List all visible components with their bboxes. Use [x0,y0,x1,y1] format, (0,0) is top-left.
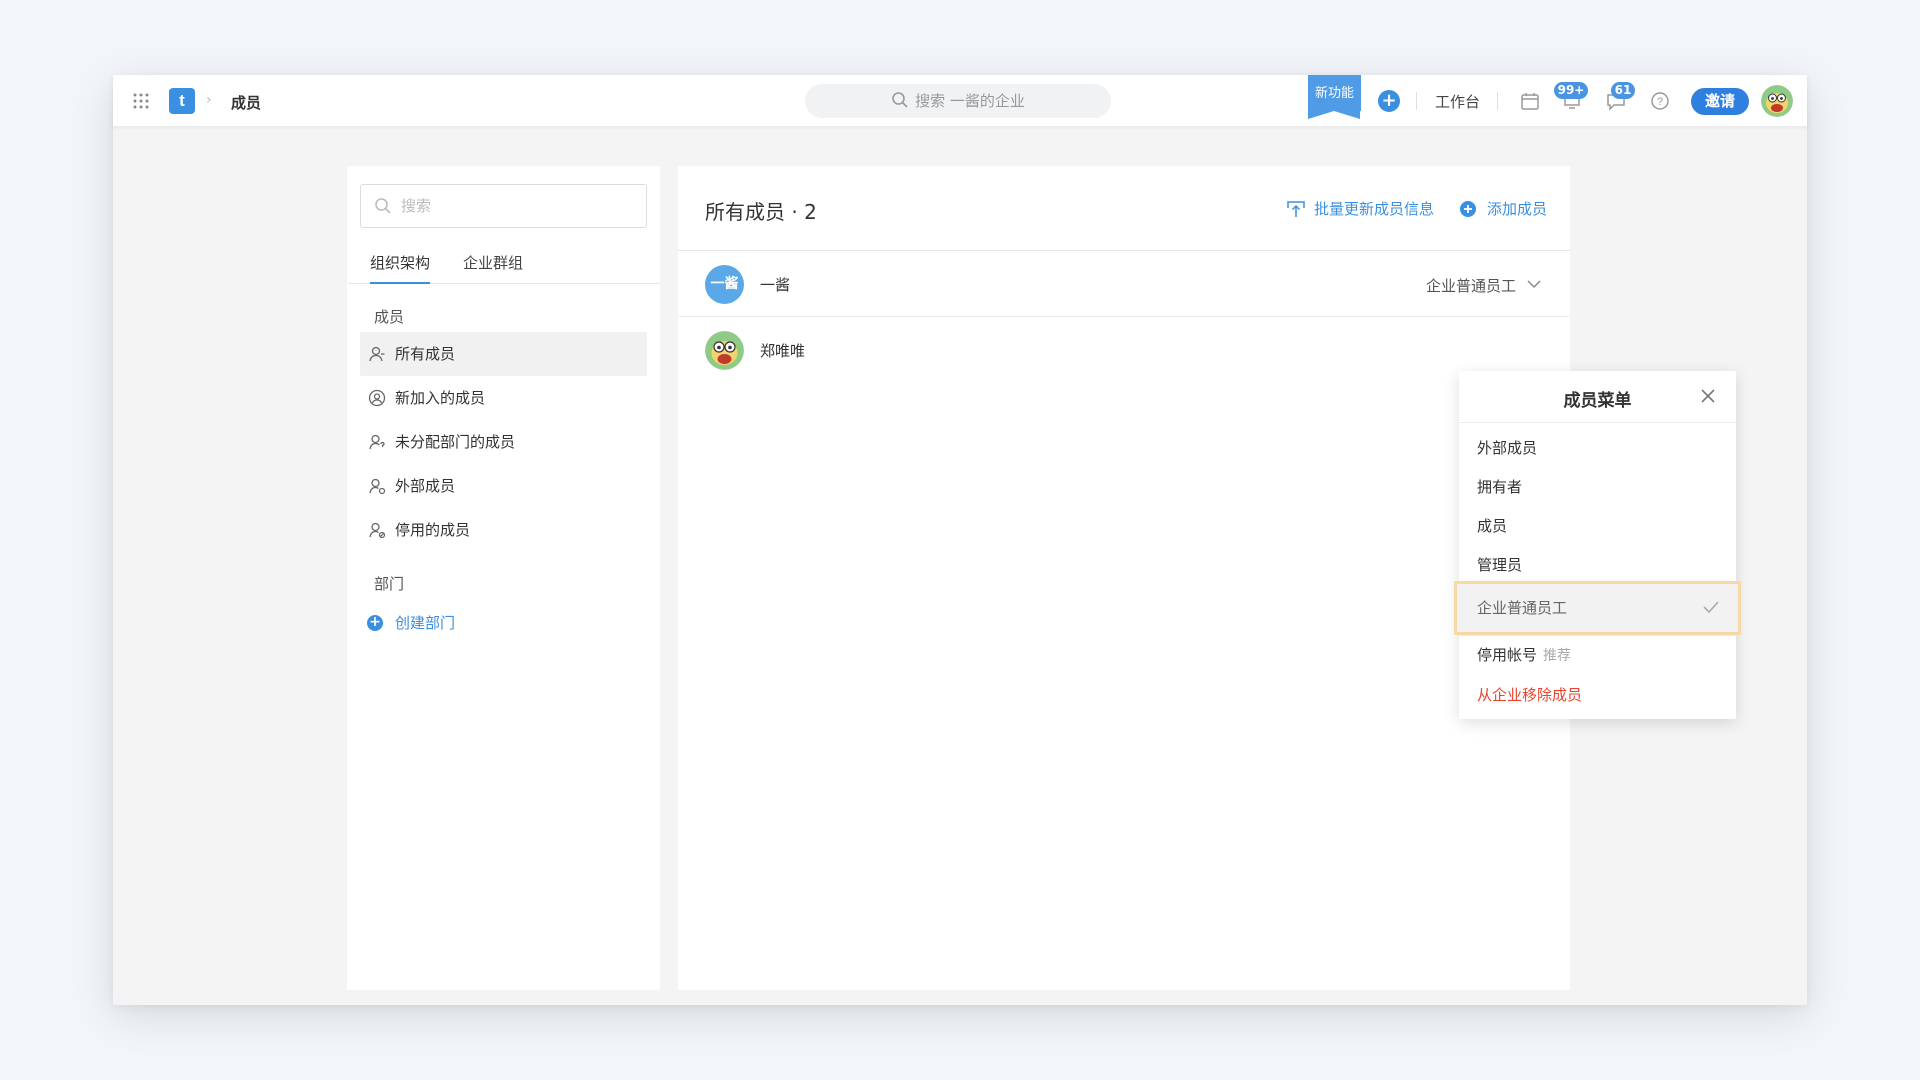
menu-item-external-member[interactable]: 外部成员 [1459,428,1736,468]
sidebar-tabs: 组织架构 企业群组 [347,244,660,284]
menu-item-member[interactable]: 成员 [1459,506,1736,546]
sidebar-item-new-members[interactable]: 新加入的成员 [360,376,647,420]
global-search-placeholder: 搜索 一酱的企业 [915,92,1025,110]
sidebar-item-label: 所有成员 [395,345,456,363]
menu-item-label: 企业普通员工 [1477,599,1568,617]
svg-text:?: ? [1657,96,1663,108]
sidebar-item-label: 外部成员 [395,477,456,495]
menu-item-regular-employee[interactable]: 企业普通员工 [1454,581,1741,635]
app-window: t › 成员 搜索 一酱的企业 新功能 + 工作台 99+ 61 ? 邀请 搜索… [113,75,1807,1005]
members-panel: 所有成员 · 2 批量更新成员信息 添加成员 一酱 一酱 企业普通员工 郑唯唯 [678,166,1570,990]
menu-item-admin[interactable]: 管理员 [1459,545,1736,585]
member-name: 一酱 [760,276,791,294]
upload-icon [1287,201,1305,217]
members-heading: 所有成员 · 2 [705,200,817,224]
app-logo[interactable]: t [169,88,195,114]
bulk-update-label: 批量更新成员信息 [1314,200,1435,218]
create-button[interactable]: + [1378,90,1400,112]
top-bar: t › 成员 搜索 一酱的企业 新功能 + 工作台 99+ 61 ? 邀请 [113,75,1807,127]
add-member-button[interactable]: 添加成员 [1459,198,1547,220]
create-department-button[interactable]: + 创建部门 [367,613,455,633]
invite-button[interactable]: 邀请 [1691,88,1749,115]
bulk-update-button[interactable]: 批量更新成员信息 [1286,198,1434,220]
tab-org-structure[interactable]: 组织架构 [370,252,431,284]
member-avatar: 一酱 [705,265,744,304]
menu-item-owner[interactable]: 拥有者 [1459,467,1736,507]
tab-enterprise-groups[interactable]: 企业群组 [463,252,523,284]
user-circle-icon [368,389,386,407]
user-unassigned-icon [369,434,385,450]
sidebar-item-label: 未分配部门的成员 [395,433,516,451]
sidebar-item-label: 停用的成员 [395,521,471,539]
plus-circle-icon: + [367,615,383,631]
sidebar: 搜索 组织架构 企业群组 成员 所有成员 新加入的成员 未分配部门的成员 外部成… [347,166,660,990]
sidebar-item-disabled-members[interactable]: 停用的成员 [360,508,647,552]
member-avatar [705,331,744,370]
search-icon [892,92,908,108]
messages-badge: 61 [1611,82,1635,99]
add-member-label: 添加成员 [1487,200,1548,218]
user-external-icon [369,478,386,495]
member-menu-header: 成员菜单 [1459,371,1736,423]
user-icon [369,346,385,362]
page-title: 成员 [231,94,262,112]
sidebar-search-input[interactable]: 搜索 [360,184,647,228]
help-icon[interactable]: ? [1649,90,1671,112]
user-avatar[interactable] [1761,85,1793,117]
member-menu: 成员菜单 外部成员 拥有者 成员 管理员 企业普通员工 停用帐号 推荐 从企业移除… [1454,371,1741,719]
menu-item-disable-account[interactable]: 停用帐号 推荐 [1459,635,1736,675]
sidebar-item-external-members[interactable]: 外部成员 [360,464,647,508]
plus-circle-icon [1460,201,1476,217]
sidebar-search-placeholder: 搜索 [401,197,432,215]
new-feature-label: 新功能 [1314,86,1354,101]
global-search-input[interactable]: 搜索 一酱的企业 [805,84,1111,118]
member-role-label: 企业普通员工 [1425,277,1516,295]
chevron-right-icon: › [206,92,212,108]
user-disabled-icon [369,522,386,539]
chevron-down-icon [1527,280,1541,289]
members-section-title: 成员 [374,308,405,326]
member-menu-title: 成员菜单 [1563,391,1632,411]
divider [1497,92,1498,110]
notification-badge: 99+ [1554,82,1588,99]
sidebar-item-unassigned-members[interactable]: 未分配部门的成员 [360,420,647,464]
recommended-hint: 推荐 [1543,648,1572,664]
member-row[interactable]: 一酱 一酱 企业普通员工 [678,251,1570,317]
sidebar-item-all-members[interactable]: 所有成员 [360,332,647,376]
member-name: 郑唯唯 [760,342,806,360]
new-feature-ribbon[interactable]: 新功能 [1308,75,1361,119]
workbench-link[interactable]: 工作台 [1435,91,1480,112]
search-icon [375,198,391,214]
disable-account-label: 停用帐号 [1477,646,1538,664]
departments-section-title: 部门 [374,575,405,593]
calendar-icon[interactable] [1519,90,1541,112]
member-role-select[interactable]: 企业普通员工 [1426,275,1542,296]
menu-item-remove-member[interactable]: 从企业移除成员 [1459,675,1736,715]
close-icon[interactable] [1698,386,1718,406]
sidebar-item-label: 新加入的成员 [395,389,486,407]
divider [1416,92,1417,110]
checkmark-icon [1703,601,1719,614]
apps-grid-icon[interactable] [131,91,151,111]
create-department-label: 创建部门 [395,614,456,632]
member-row[interactable]: 郑唯唯 [678,317,1570,383]
